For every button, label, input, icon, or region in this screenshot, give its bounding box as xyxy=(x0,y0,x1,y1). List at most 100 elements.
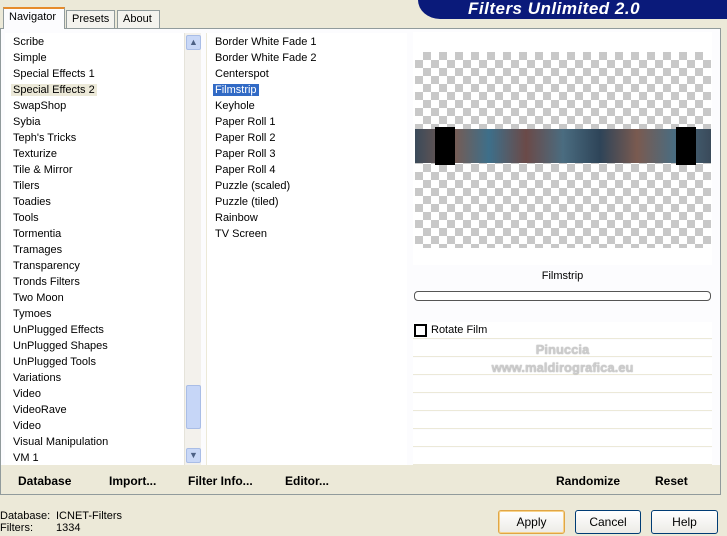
rotate-film-checkbox[interactable] xyxy=(414,324,427,337)
scroll-up-icon[interactable]: ▲ xyxy=(186,35,201,50)
tab-presets[interactable]: Presets xyxy=(66,10,115,28)
list-item[interactable]: Video xyxy=(5,386,184,402)
list-item-label: Special Effects 2 xyxy=(11,84,97,96)
list-item[interactable]: Two Moon xyxy=(5,290,184,306)
help-button[interactable]: Help xyxy=(651,510,718,534)
list-item[interactable]: Video xyxy=(5,418,184,434)
list-item[interactable]: VM 1 xyxy=(5,450,184,466)
list-item[interactable]: Puzzle (scaled) xyxy=(207,178,407,194)
list-item-label: Filmstrip xyxy=(213,84,259,96)
import-button[interactable]: Import... xyxy=(109,474,156,488)
list-item-label: Special Effects 1 xyxy=(13,68,95,80)
list-item[interactable]: UnPlugged Effects xyxy=(5,322,184,338)
list-item-label: Tilers xyxy=(13,180,40,192)
list-item[interactable]: Border White Fade 2 xyxy=(207,50,407,66)
list-item[interactable]: Sybia xyxy=(5,114,184,130)
list-item-label: VideoRave xyxy=(13,404,67,416)
scroll-down-icon[interactable]: ▼ xyxy=(186,448,201,463)
list-item-label: Tile & Mirror xyxy=(13,164,73,176)
list-item[interactable]: Tormentia xyxy=(5,226,184,242)
status-database-value: ICNET-Filters xyxy=(56,510,122,522)
tab-navigator[interactable]: Navigator xyxy=(3,7,65,29)
list-item[interactable]: Paper Roll 2 xyxy=(207,130,407,146)
list-item-label: Visual Manipulation xyxy=(13,436,109,448)
list-item-label: Simple xyxy=(13,52,47,64)
list-item[interactable]: Puzzle (tiled) xyxy=(207,194,407,210)
list-item-label: Puzzle (scaled) xyxy=(215,180,291,192)
param-row xyxy=(413,394,712,411)
filter-info-button[interactable]: Filter Info... xyxy=(188,474,253,488)
list-item[interactable]: Paper Roll 4 xyxy=(207,162,407,178)
list-item[interactable]: Teph's Tricks xyxy=(5,130,184,146)
list-item[interactable]: Texturize xyxy=(5,146,184,162)
apply-button[interactable]: Apply xyxy=(498,510,565,534)
list-item[interactable]: Variations xyxy=(5,370,184,386)
list-item-label: Puzzle (tiled) xyxy=(215,196,279,208)
list-item[interactable]: Keyhole xyxy=(207,98,407,114)
film-hole xyxy=(435,127,455,165)
list-item[interactable]: Simple xyxy=(5,50,184,66)
list-item-label: Two Moon xyxy=(13,292,64,304)
list-item[interactable]: UnPlugged Tools xyxy=(5,354,184,370)
list-item[interactable]: UnPlugged Shapes xyxy=(5,338,184,354)
list-item-label: Tormentia xyxy=(13,228,62,240)
list-item[interactable]: Rainbow xyxy=(207,210,407,226)
list-item[interactable]: Centerspot xyxy=(207,66,407,82)
category-list[interactable]: Scribe Simple Special Effects 1 Special Eff… xyxy=(5,33,184,465)
list-item[interactable]: Tile & Mirror xyxy=(5,162,184,178)
watermark: Pinuccia www.maldirografica.eu xyxy=(491,342,634,375)
scroll-thumb[interactable] xyxy=(186,385,201,429)
list-item-label: Tools xyxy=(13,212,39,224)
list-item[interactable]: Special Effects 1 xyxy=(5,66,184,82)
list-item-label: Paper Roll 3 xyxy=(215,148,276,160)
preview-image xyxy=(415,52,711,248)
filter-list[interactable]: Border White Fade 1 Border White Fade 2 Ce… xyxy=(206,33,407,465)
status-filters-value: 1334 xyxy=(56,522,81,534)
list-item-label: UnPlugged Tools xyxy=(13,356,96,368)
list-item-label: Border White Fade 1 xyxy=(215,36,317,48)
list-item[interactable]: VideoRave xyxy=(5,402,184,418)
list-item-label: SwapShop xyxy=(13,100,67,112)
list-item[interactable]: Transparency xyxy=(5,258,184,274)
list-item[interactable]: Tools xyxy=(5,210,184,226)
list-item-label: Paper Roll 4 xyxy=(215,164,276,176)
list-item[interactable]: Toadies xyxy=(5,194,184,210)
cancel-button[interactable]: Cancel xyxy=(575,510,641,534)
list-item-label: Toadies xyxy=(13,196,51,208)
list-item-label: TV Screen xyxy=(215,228,267,240)
list-item-label: Scribe xyxy=(13,36,45,48)
filter-name-label: Filmstrip xyxy=(541,270,584,282)
reset-button[interactable]: Reset xyxy=(655,474,688,488)
list-item[interactable]: Paper Roll 3 xyxy=(207,146,407,162)
list-item[interactable]: Scribe xyxy=(5,34,184,50)
param-row xyxy=(413,430,712,447)
list-item[interactable]: SwapShop xyxy=(5,98,184,114)
list-item[interactable]: Tymoes xyxy=(5,306,184,322)
preview-area xyxy=(413,32,712,265)
param-row xyxy=(413,448,712,465)
list-item-label: Keyhole xyxy=(215,100,255,112)
editor-button[interactable]: Editor... xyxy=(285,474,329,488)
filmstrip-band xyxy=(415,127,711,165)
list-item[interactable]: Border White Fade 1 xyxy=(207,34,407,50)
list-item[interactable]: Special Effects 2 xyxy=(5,82,184,98)
param-row xyxy=(413,376,712,393)
list-item[interactable]: Tronds Filters xyxy=(5,274,184,290)
list-item-label: Transparency xyxy=(13,260,80,272)
rotate-film-label: Rotate Film xyxy=(431,324,488,336)
tab-about[interactable]: About xyxy=(117,10,160,28)
list-item[interactable]: Tilers xyxy=(5,178,184,194)
list-item[interactable]: Filmstrip xyxy=(207,82,407,98)
list-item-label: Tramages xyxy=(13,244,63,256)
category-scrollbar[interactable]: ▲ ▼ xyxy=(184,33,201,465)
list-item[interactable]: Paper Roll 1 xyxy=(207,114,407,130)
list-item[interactable]: Tramages xyxy=(5,242,184,258)
list-item[interactable]: TV Screen xyxy=(207,226,407,242)
database-button[interactable]: Database xyxy=(18,474,71,488)
list-item[interactable]: Visual Manipulation xyxy=(5,434,184,450)
randomize-button[interactable]: Randomize xyxy=(556,474,620,488)
list-item-label: UnPlugged Shapes xyxy=(13,340,108,352)
param-rotate-film[interactable]: Rotate Film xyxy=(413,322,712,339)
list-item-label: Sybia xyxy=(13,116,41,128)
list-item-label: Video xyxy=(13,388,41,400)
